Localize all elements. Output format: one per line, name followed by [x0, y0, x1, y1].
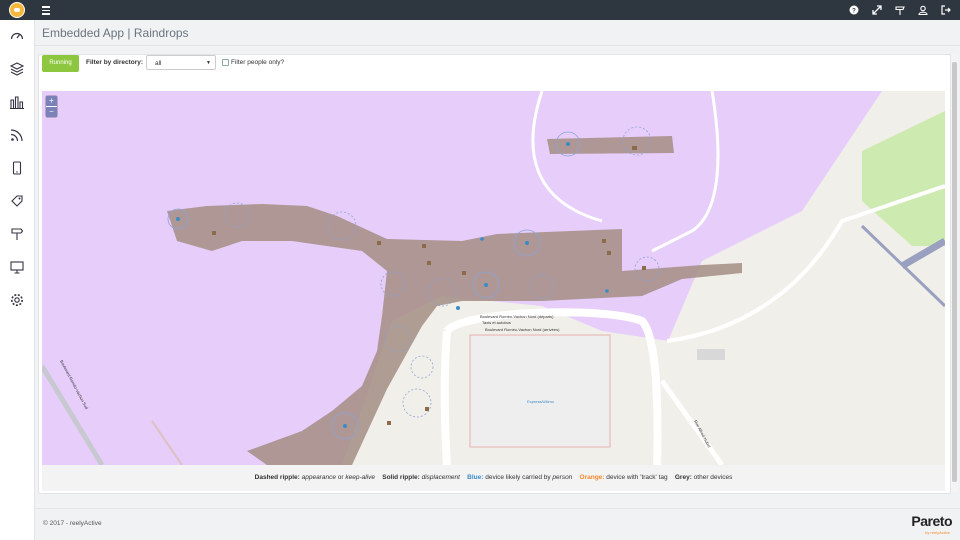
legend-solid-title: Solid ripple:	[382, 474, 420, 481]
legend-blue-desc: device likely carried by	[485, 474, 551, 481]
map-label-station: Express/Ultimo	[527, 399, 555, 404]
brand-subtitle: by reelyActive	[925, 530, 950, 535]
legend-orange-desc: device with 'track' tag	[606, 474, 668, 481]
brand-logo: Pareto	[911, 513, 952, 529]
logout-icon[interactable]	[940, 4, 952, 16]
svg-text:?: ?	[852, 8, 856, 14]
sidebar	[0, 20, 35, 540]
copyright: © 2017 - reelyActive	[43, 520, 102, 527]
legend: Dashed ripple: appearance or keep-alive …	[42, 465, 945, 491]
legend-orange-title: Orange:	[579, 474, 605, 481]
terminal-pier-north	[547, 136, 674, 154]
map-label-taxi: Taxis et autobus	[482, 320, 511, 325]
running-button[interactable]: Running	[42, 55, 79, 72]
legend-dashed-or: or	[337, 474, 344, 481]
app-logo[interactable]	[9, 2, 25, 18]
legend-solid-desc: displacement	[421, 474, 460, 481]
zoom-in-button[interactable]: +	[46, 96, 57, 106]
layers-icon[interactable]	[9, 61, 25, 77]
help-icon[interactable]: ?	[848, 4, 860, 16]
map-label-arrivals: Boulevard Roméo-Vachon Nord (arrivées)	[485, 327, 560, 332]
legend-dashed-title: Dashed ripple:	[254, 474, 300, 481]
signpost-icon[interactable]	[894, 4, 906, 16]
map-canvas: Boulevard Roméo-Vachon Nord (départs) Ta…	[42, 91, 945, 465]
tag-icon[interactable]	[9, 193, 25, 209]
divider	[34, 45, 960, 46]
gear-icon[interactable]	[9, 292, 25, 308]
map-label-street-right: Rue Alfred-Nobel	[693, 419, 712, 448]
divider	[34, 508, 960, 509]
zoom-out-button[interactable]: −	[46, 107, 57, 117]
parking-lot	[469, 334, 611, 448]
map-label-departures: Boulevard Roméo-Vachon Nord (départs)	[480, 314, 554, 319]
map-view[interactable]: Boulevard Roméo-Vachon Nord (départs) Ta…	[42, 91, 945, 465]
filter-directory-label: Filter by directory:	[86, 59, 144, 66]
directory-select-value: all	[155, 60, 162, 67]
legend-blue-person: person	[552, 474, 573, 481]
park-area	[862, 111, 945, 246]
zoom-control: + −	[46, 96, 57, 117]
menu-icon[interactable]	[42, 4, 50, 15]
legend-dashed-b: keep-alive	[345, 474, 375, 481]
legend-dashed-a: appearance	[301, 474, 336, 481]
legend-blue-title: Blue:	[467, 474, 484, 481]
legend-grey-title: Grey:	[674, 474, 692, 481]
chevron-down-icon: ▼	[206, 60, 211, 66]
mobile-icon[interactable]	[9, 160, 25, 176]
top-navbar: ?	[0, 0, 960, 20]
people-only-checkbox[interactable]	[222, 59, 229, 66]
dashboard-icon[interactable]	[9, 28, 25, 44]
user-icon[interactable]	[917, 4, 929, 16]
directory-select[interactable]: all ▼	[146, 55, 216, 70]
bar-chart-icon[interactable]	[9, 94, 25, 110]
expand-icon[interactable]	[871, 4, 883, 16]
monitor-icon[interactable]	[9, 259, 25, 275]
page-title: Embedded App | Raindrops	[42, 26, 189, 40]
people-only-label[interactable]: Filter people only?	[231, 59, 284, 66]
scrollbar-thumb[interactable]	[952, 62, 957, 482]
scrollbar[interactable]	[951, 54, 958, 492]
signpost-icon[interactable]	[9, 226, 25, 242]
legend-grey-desc: other devices	[693, 474, 733, 481]
rss-icon[interactable]	[9, 127, 25, 143]
